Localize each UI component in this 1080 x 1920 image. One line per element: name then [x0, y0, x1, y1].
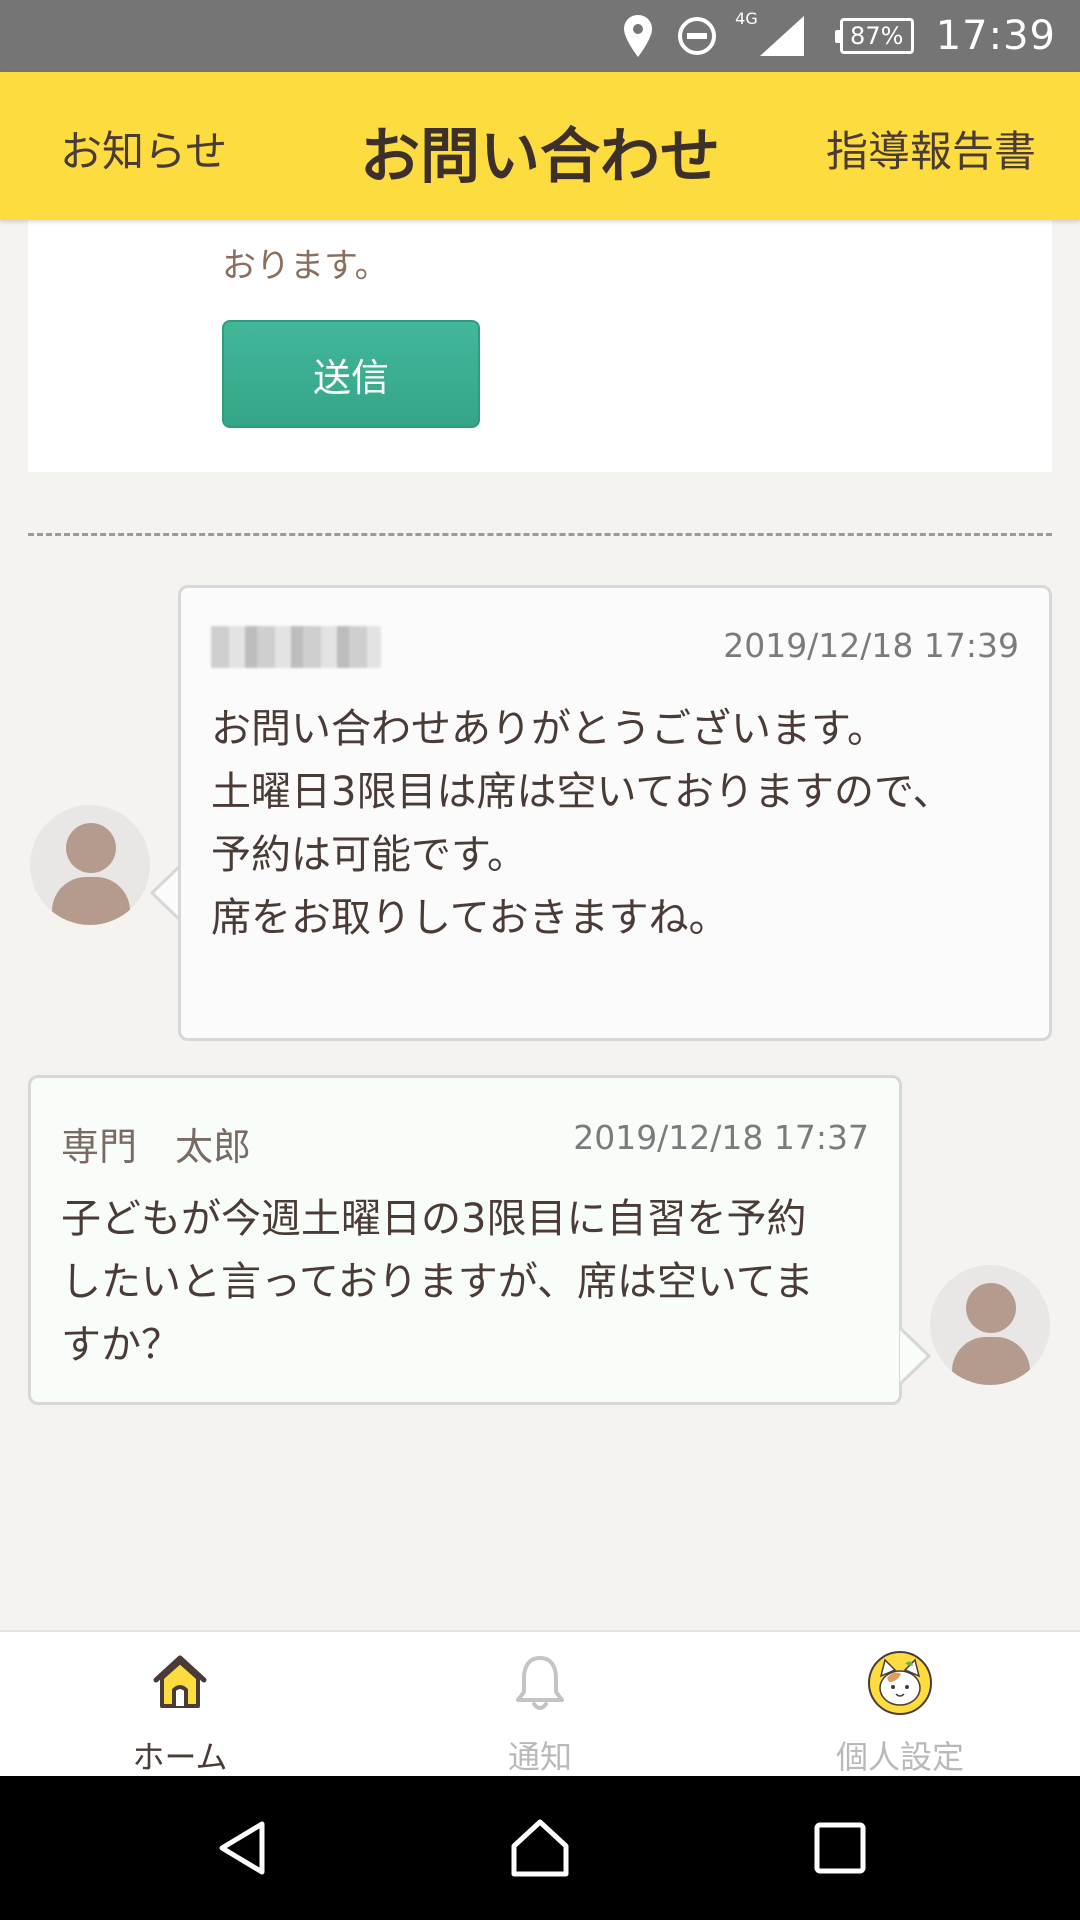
nav-notifications[interactable]: 通知 — [360, 1632, 720, 1778]
nav-personal-settings[interactable]: 個人設定 — [720, 1632, 1080, 1778]
message-timestamp: 2019/12/18 17:37 — [573, 1118, 869, 1157]
app-header: お知らせ お問い合わせ 指導報告書 — [0, 72, 1080, 220]
message-text: お問い合わせありがとうございます。 土曜日3限目は席は空いておりますので、 予約… — [211, 698, 1031, 950]
bubble-tail — [898, 1326, 932, 1386]
home-button-icon[interactable] — [504, 1812, 576, 1884]
bottom-nav: ホーム 通知 個人設定 — [0, 1630, 1080, 1776]
signal-icon — [758, 14, 806, 58]
message-sender — [211, 626, 381, 668]
message-bubble-staff: 2019/12/18 17:39 お問い合わせありがとうございます。 土曜日3限… — [178, 585, 1052, 1041]
form-note: おります。 — [222, 246, 389, 286]
message-timestamp: 2019/12/18 17:39 — [723, 626, 1019, 665]
clock: 17:39 — [935, 13, 1056, 59]
cat-avatar-icon — [720, 1650, 1080, 1715]
network-type-label: 4G — [735, 8, 758, 28]
staff-avatar — [30, 805, 150, 925]
location-icon — [623, 15, 653, 57]
status-bar: 4G 87% 17:39 — [0, 0, 1080, 72]
recents-icon[interactable] — [804, 1812, 876, 1884]
message-bubble-user: 専門 太郎 2019/12/18 17:37 子どもが今週土曜日の3限目に自習を… — [28, 1075, 902, 1405]
report-link[interactable]: 指導報告書 — [826, 118, 1036, 179]
nav-notifications-label: 通知 — [507, 1738, 572, 1776]
system-nav-bar — [0, 1776, 1080, 1920]
bell-icon — [360, 1650, 720, 1714]
content-area[interactable]: おります。 送信 2019/12/18 17:39 お問い合わせありがとうござい… — [0, 220, 1080, 1630]
divider — [28, 533, 1052, 536]
nav-home[interactable]: ホーム — [0, 1632, 360, 1778]
message-line: 席をお取りしておきますね。 — [211, 895, 729, 941]
message-line: 予約は可能です。 — [211, 832, 527, 878]
battery-indicator: 87% — [834, 18, 914, 54]
message-text: 子どもが今週土曜日の3限目に自習を予約 したいと言っておりますが、席は空いてま … — [61, 1188, 871, 1377]
do-not-disturb-icon — [677, 16, 717, 56]
message-line: したいと言っておりますが、席は空いてま — [61, 1259, 814, 1305]
nav-personal-settings-label: 個人設定 — [835, 1738, 964, 1776]
send-button[interactable]: 送信 — [222, 320, 480, 428]
message-line: 土曜日3限目は席は空いておりますので、 — [211, 769, 953, 815]
home-icon — [0, 1650, 360, 1714]
user-avatar — [930, 1265, 1050, 1385]
message-thread: 2019/12/18 17:39 お問い合わせありがとうございます。 土曜日3限… — [0, 550, 1080, 1630]
nav-home-label: ホーム — [132, 1738, 228, 1776]
message-line: 子どもが今週土曜日の3限目に自習を予約 — [61, 1196, 807, 1242]
message-line: お問い合わせありがとうございます。 — [211, 706, 887, 752]
message-line: すか？ — [61, 1322, 181, 1368]
message-sender: 専門 太郎 — [61, 1125, 252, 1169]
inquiry-form-card: おります。 送信 — [28, 220, 1052, 472]
back-icon[interactable] — [206, 1812, 278, 1884]
